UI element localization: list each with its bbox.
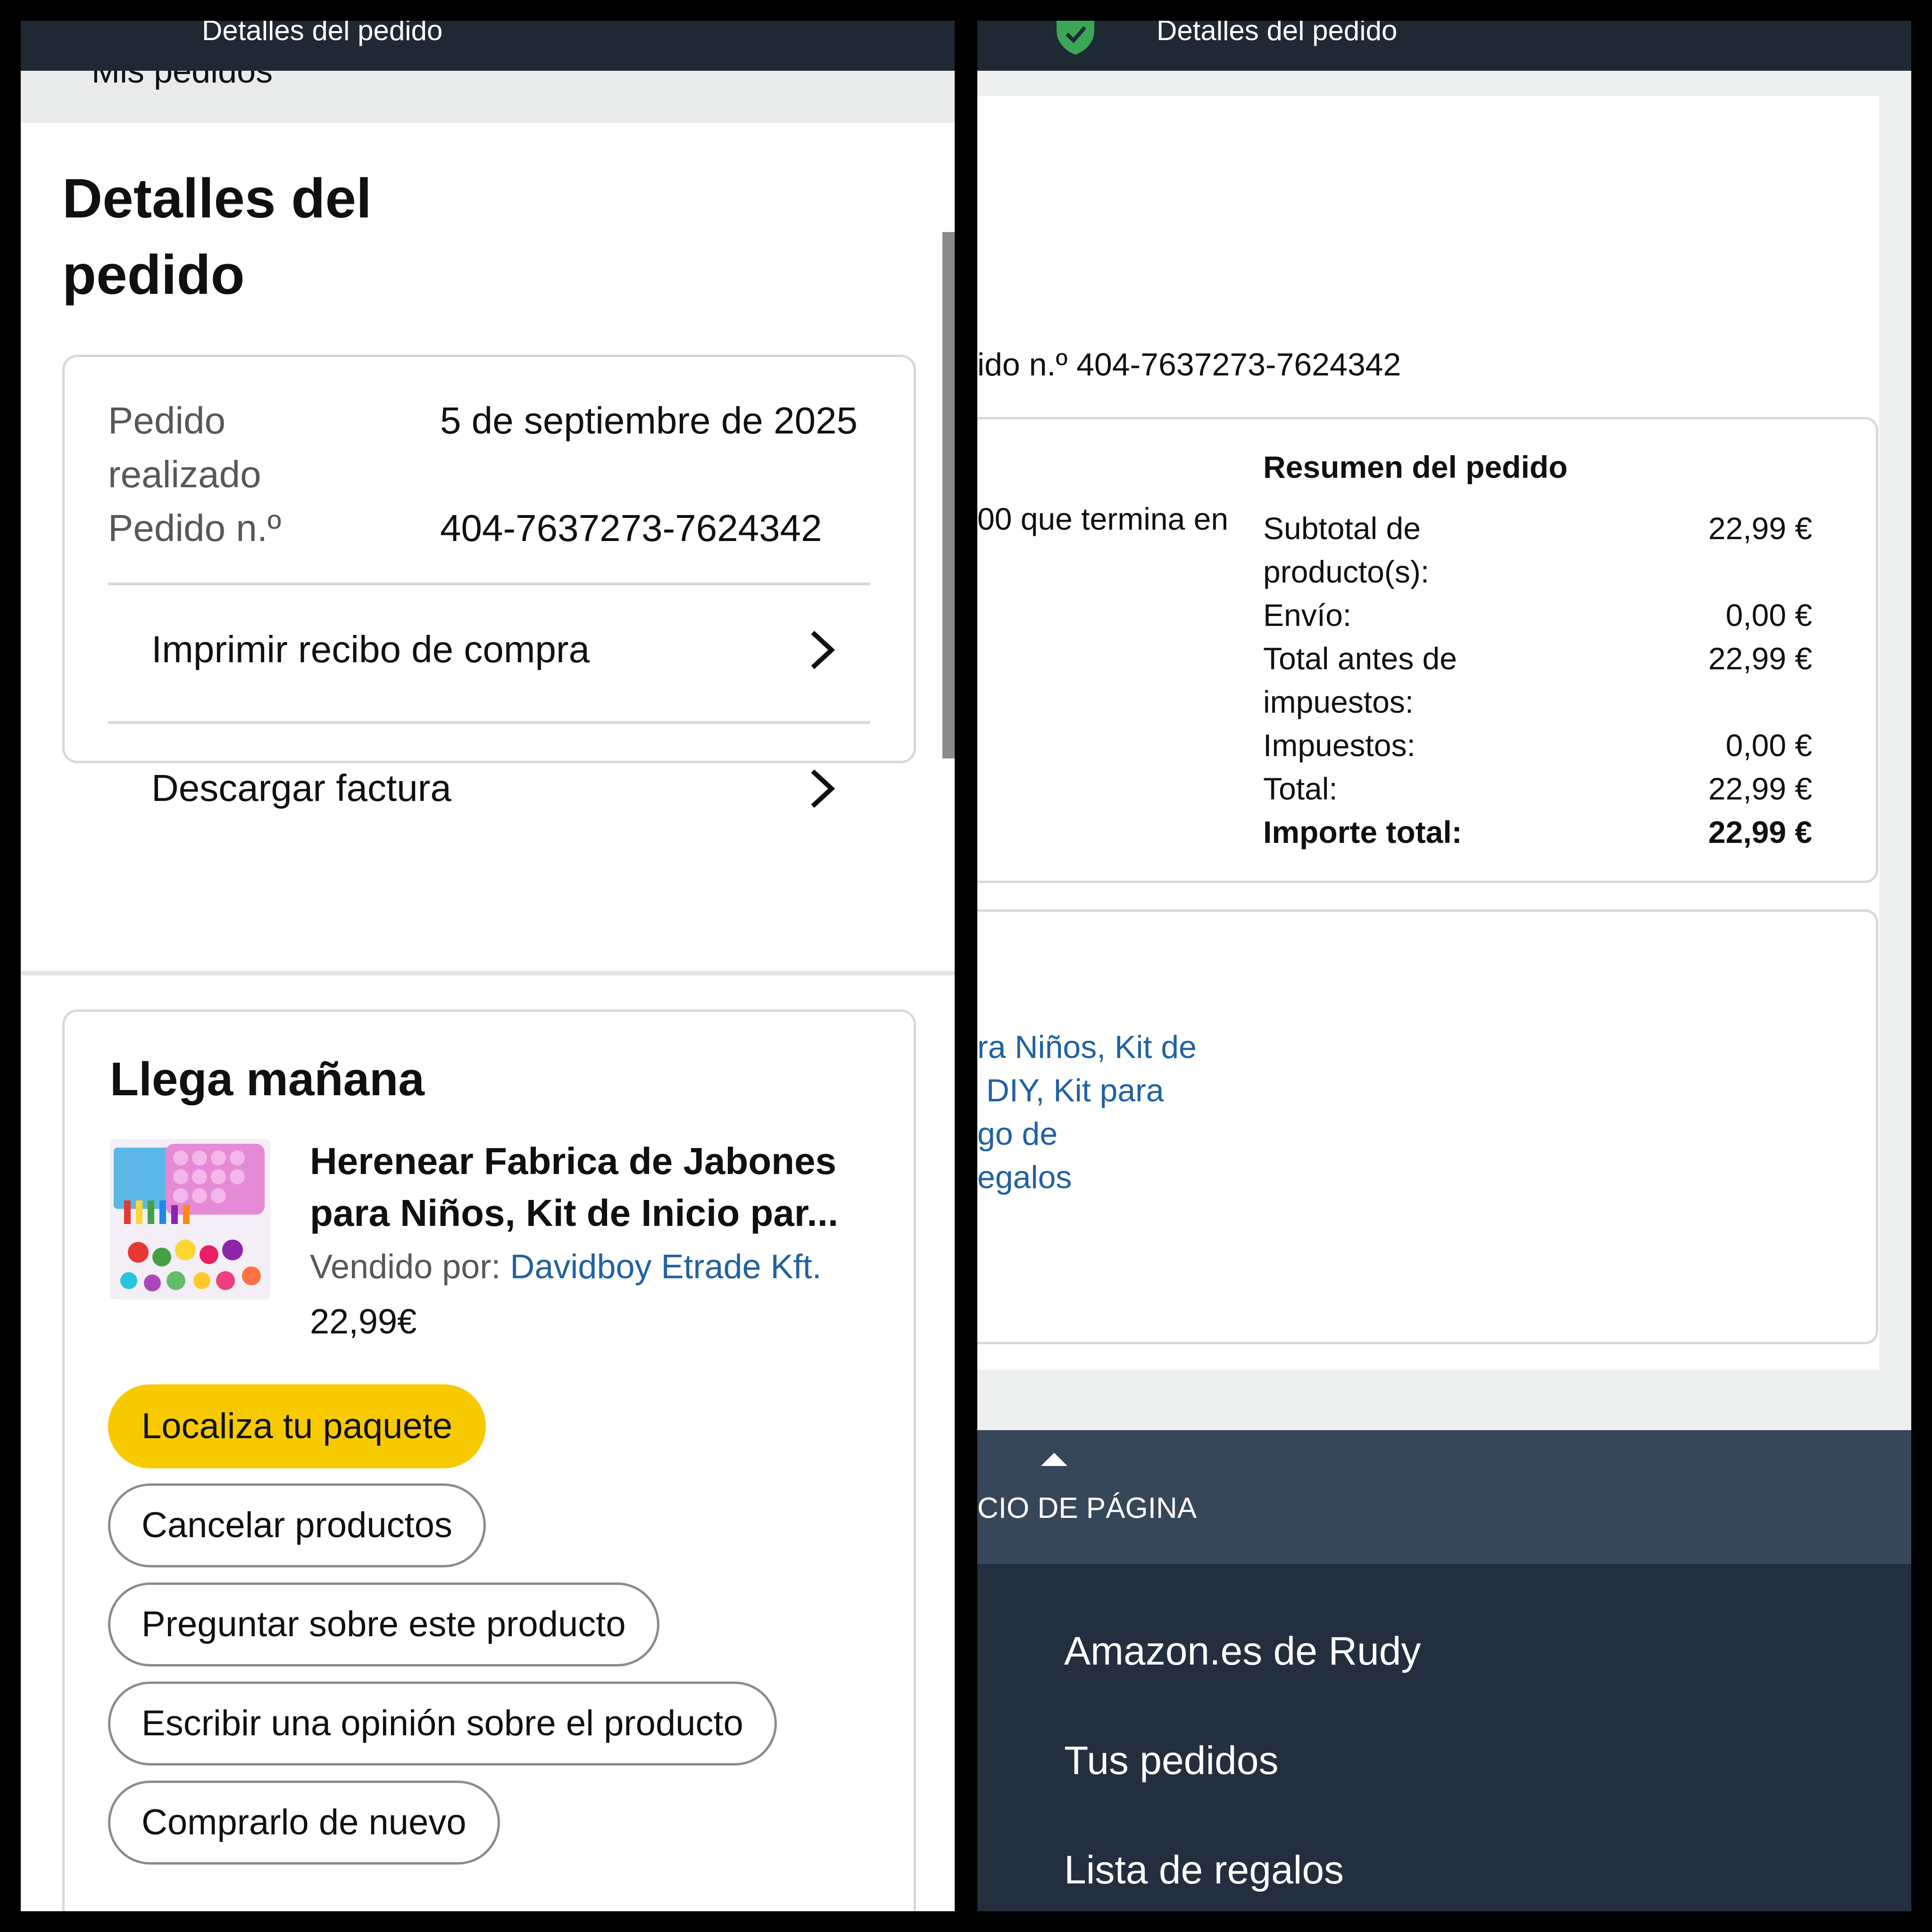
page-title: Detalles del pedido	[62, 167, 372, 306]
secure-shield-icon	[1057, 21, 1094, 55]
product-image	[110, 1139, 270, 1299]
delivery-status-title: Llega mañana	[110, 1053, 425, 1106]
section-divider	[21, 971, 955, 975]
sold-by-label: Vendido por:	[310, 1248, 501, 1286]
write-review-button[interactable]: Escribir una opinión sobre el producto	[108, 1682, 777, 1765]
grand-total-label: Importe total:	[1263, 815, 1462, 849]
product-price: 22,99€	[310, 1302, 417, 1341]
top-bar: Detalles del pedido	[21, 21, 955, 71]
order-number-label: Pedido n.º	[108, 507, 282, 549]
tax-label: Impuestos:	[1263, 728, 1416, 763]
shipment-card: Llega mañana Herenear Fabrica de Jabones…	[62, 1009, 916, 1911]
subtotal-value: 22,99 €	[1708, 511, 1812, 546]
order-placed-label: Pedido realizado	[108, 400, 261, 495]
payment-method-fragment: 00 que termina en	[977, 501, 1229, 536]
total-value: 22,99 €	[1708, 771, 1812, 806]
sold-by: Vendido por: Davidboy Etrade Kft.	[310, 1248, 822, 1286]
back-to-top-label: CIO DE PÁGINA	[977, 1492, 1197, 1524]
footer: Amazon.es de Rudy Tus pedidos Lista de r…	[977, 1564, 1911, 1911]
order-info-card: Pedido realizado 5 de septiembre de 2025…	[62, 355, 916, 809]
pretax-total-label: Total antes de impuestos:	[1263, 641, 1457, 719]
pretax-total-value: 22,99 €	[1708, 641, 1812, 676]
order-number-line: ido n.º 404-7637273-7624342	[977, 347, 1401, 383]
grand-total-value: 22,99 €	[1708, 815, 1812, 849]
print-receipt-row[interactable]: Imprimir recibo de compra	[108, 583, 870, 722]
order-summary-title: Resumen del pedido	[1263, 450, 1568, 484]
order-number-value: 404-7637273-7624342	[440, 507, 822, 549]
subtotal-label: Subtotal de producto(s):	[1263, 511, 1430, 589]
seller-link[interactable]: Davidboy Etrade Kft.	[510, 1248, 821, 1286]
top-bar-title: Detalles del pedido	[202, 21, 443, 46]
ask-product-question-button[interactable]: Preguntar sobre este producto	[108, 1582, 659, 1666]
product-title-link[interactable]: Herenear Fabrica de Jabones para Niños, …	[310, 1135, 890, 1239]
breadcrumb-band: Mis pedidos	[21, 71, 955, 123]
breadcrumb-mis-pedidos[interactable]: Mis pedidos	[92, 71, 273, 91]
back-to-top-bar[interactable]: CIO DE PÁGINA	[977, 1430, 1911, 1564]
product-thumbnail[interactable]	[110, 1139, 270, 1299]
tax-value: 0,00 €	[1725, 728, 1813, 763]
footer-link-your-orders[interactable]: Tus pedidos	[1064, 1738, 1279, 1783]
footer-link-gift-list[interactable]: Lista de regalos	[1064, 1847, 1344, 1893]
product-title-line2: para Niños, Kit de Inicio par...	[310, 1192, 839, 1234]
product-title-link[interactable]: ra Niños, Kit de DIY, Kit para go de ega…	[977, 1025, 1197, 1199]
print-receipt-label: Imprimir recibo de compra	[151, 628, 590, 670]
shipping-label: Envío:	[1263, 598, 1352, 633]
left-screenshot-panel: Mis pedidos Detalles del pedido Detalles…	[21, 21, 955, 1911]
chevron-right-icon	[811, 631, 835, 669]
chevron-right-icon	[811, 769, 835, 808]
download-invoice-label: Descargar factura	[151, 767, 451, 809]
product-title-line1: Herenear Fabrica de Jabones	[310, 1140, 837, 1182]
right-screenshot-panel: Detalles del pedido ido n.º 404-7637273-…	[977, 21, 1911, 1911]
order-placed-value: 5 de septiembre de 2025	[440, 400, 858, 441]
cancel-items-button[interactable]: Cancelar productos	[108, 1483, 486, 1567]
caret-up-icon	[1041, 1453, 1067, 1466]
footer-link-amazon-es[interactable]: Amazon.es de Rudy	[1064, 1628, 1421, 1674]
top-bar-title: Detalles del pedido	[1157, 21, 1398, 46]
shipping-value: 0,00 €	[1725, 598, 1813, 633]
total-label: Total:	[1263, 771, 1338, 806]
scrollbar[interactable]	[942, 232, 955, 758]
track-package-button[interactable]: Localiza tu paquete	[108, 1384, 486, 1468]
buy-again-button[interactable]: Comprarlo de nuevo	[108, 1781, 500, 1865]
download-invoice-row[interactable]: Descargar factura	[108, 721, 870, 861]
top-bar: Detalles del pedido	[977, 21, 1911, 71]
